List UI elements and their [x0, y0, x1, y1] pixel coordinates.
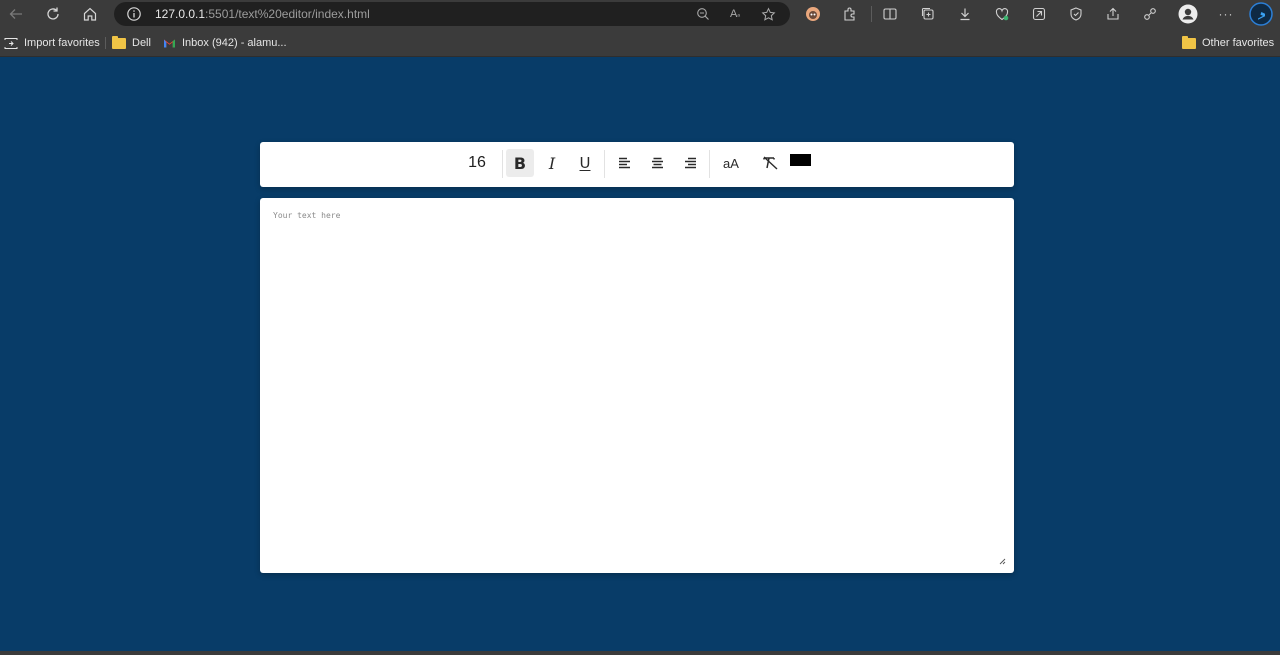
home-icon[interactable]: [79, 3, 101, 25]
resize-handle-icon[interactable]: [998, 557, 1006, 565]
web-capture-icon[interactable]: [1029, 4, 1049, 24]
gmail-icon: [164, 39, 175, 48]
other-favorites[interactable]: Other favorites: [1182, 35, 1275, 50]
extension-avatar-icon[interactable]: [803, 4, 823, 24]
profile-avatar-icon[interactable]: [1178, 4, 1198, 24]
toolbar-divider: [709, 150, 710, 178]
favorite-inbox[interactable]: Inbox (942) - alamu...: [163, 36, 287, 50]
address-url: 127.0.0.1:5501/text%20editor/index.html: [155, 7, 370, 21]
align-right-icon: [684, 157, 696, 169]
browser-guard-icon[interactable]: [1066, 4, 1086, 24]
font-size-value[interactable]: 16: [464, 149, 490, 177]
browser-essentials-icon[interactable]: [992, 4, 1012, 24]
change-case-button[interactable]: aA: [718, 149, 744, 177]
align-left-button[interactable]: [614, 149, 634, 177]
favorite-label: Inbox (942) - alamu...: [182, 37, 287, 49]
workspaces-icon[interactable]: [1140, 4, 1160, 24]
split-screen-icon[interactable]: [880, 4, 900, 24]
back-icon[interactable]: [5, 3, 27, 25]
bing-copilot-icon[interactable]: [1249, 2, 1273, 26]
text-editor-area[interactable]: [260, 198, 1014, 573]
collections-add-icon[interactable]: [918, 4, 938, 24]
share-icon[interactable]: [1103, 4, 1123, 24]
formatting-toolbar: 16 B I U aA: [260, 142, 1014, 187]
text-color-picker[interactable]: [790, 154, 811, 166]
editor-card: [260, 198, 1014, 573]
folder-icon: [1182, 35, 1196, 49]
clear-formatting-button[interactable]: [759, 149, 781, 177]
address-bar[interactable]: 127.0.0.1:5501/text%20editor/index.html …: [114, 2, 790, 26]
toolbar-divider: [502, 150, 503, 178]
favorite-label: Import favorites: [24, 37, 100, 49]
more-menu-icon[interactable]: ···: [1216, 4, 1236, 24]
zoom-icon[interactable]: [694, 5, 712, 23]
toolbar-divider: [871, 6, 872, 22]
align-center-icon: [651, 157, 663, 169]
favorite-label: Dell: [132, 37, 151, 49]
import-favorites-icon: [4, 37, 18, 49]
italic-button[interactable]: I: [540, 149, 564, 177]
toolbar-divider: [604, 150, 605, 178]
clear-formatting-icon: [762, 156, 777, 170]
favorite-import[interactable]: Import favorites: [4, 36, 100, 50]
align-center-button[interactable]: [647, 149, 667, 177]
underline-button[interactable]: U: [573, 149, 597, 177]
downloads-icon[interactable]: [955, 4, 975, 24]
read-aloud-icon[interactable]: Aₐ: [726, 5, 744, 23]
url-host: 127.0.0.1: [155, 7, 206, 21]
site-info-icon[interactable]: [126, 6, 142, 27]
align-right-button[interactable]: [680, 149, 700, 177]
url-path: :5501/text%20editor/index.html: [205, 7, 370, 21]
favorite-star-icon[interactable]: [759, 5, 777, 23]
page-viewport: 16 B I U aA: [0, 57, 1280, 655]
refresh-icon[interactable]: [42, 3, 64, 25]
window-bottom-edge: [0, 651, 1280, 655]
favorites-bar: Import favorites Dell Inbox (942) - alam…: [0, 28, 1280, 57]
folder-icon: [112, 35, 126, 49]
other-favorites-label: Other favorites: [1202, 37, 1275, 49]
favorite-dell[interactable]: Dell: [112, 35, 151, 50]
favorites-divider: [105, 37, 106, 49]
align-left-icon: [618, 157, 630, 169]
browser-toolbar: 127.0.0.1:5501/text%20editor/index.html …: [0, 0, 1280, 28]
extensions-icon[interactable]: [840, 4, 860, 24]
bold-button[interactable]: B: [506, 149, 534, 177]
